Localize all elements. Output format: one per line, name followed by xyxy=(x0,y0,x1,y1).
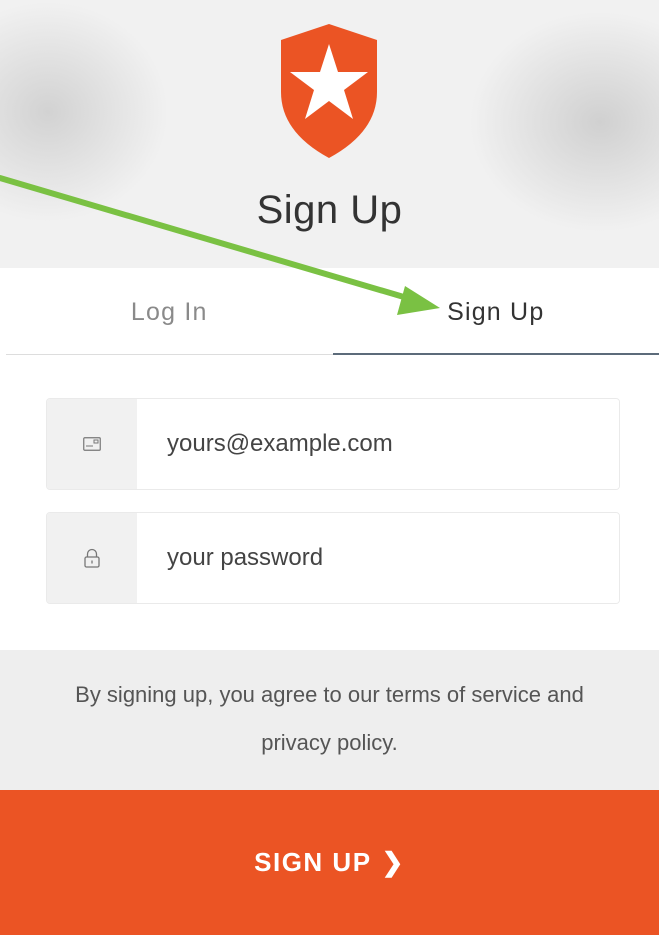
submit-label: SIGN UP xyxy=(254,847,372,877)
email-input[interactable] xyxy=(137,399,619,489)
terms-text-line2: privacy policy. xyxy=(261,730,398,755)
tab-signup[interactable]: Sign Up xyxy=(332,268,659,355)
email-field-icon-container xyxy=(47,399,137,489)
signup-widget: Sign Up Log In Sign Up By signing up, yo… xyxy=(0,0,659,935)
password-field xyxy=(46,512,620,604)
tab-login[interactable]: Log In xyxy=(6,268,333,355)
terms-text-line1: By signing up, you agree to our terms of… xyxy=(75,682,584,707)
header: Sign Up xyxy=(0,0,659,268)
auth-tabs: Log In Sign Up xyxy=(6,268,659,355)
password-input[interactable] xyxy=(137,513,619,603)
signup-submit-button[interactable]: SIGN UP ❯ xyxy=(0,790,659,935)
terms-notice: By signing up, you agree to our terms of… xyxy=(0,650,659,790)
chevron-right-icon: ❯ xyxy=(381,847,405,877)
auth0-logo-icon xyxy=(281,24,377,158)
email-field xyxy=(46,398,620,490)
password-field-icon-container xyxy=(47,513,137,603)
lock-icon xyxy=(84,548,100,568)
page-title: Sign Up xyxy=(256,188,403,232)
envelope-icon xyxy=(83,437,101,451)
